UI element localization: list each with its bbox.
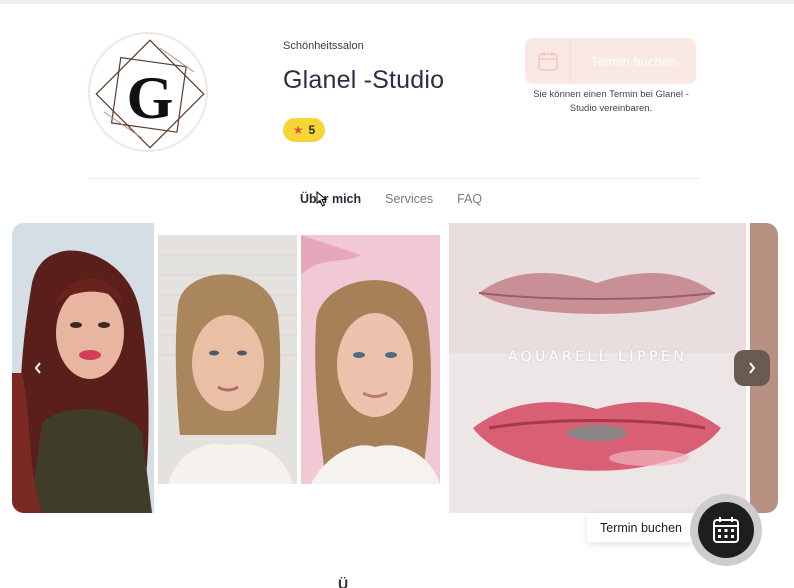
pointer-cursor-icon xyxy=(316,191,328,207)
section-heading-partial: Ü xyxy=(338,576,349,588)
booking-note: Sie können einen Termin bei Glanel - Stu… xyxy=(533,89,689,114)
rating-value: 5 xyxy=(308,123,316,137)
rating-badge: ★ 5 xyxy=(283,118,325,142)
book-button-label: Termin buchen xyxy=(590,53,677,69)
star-icon: ★ xyxy=(292,123,304,137)
tab-services[interactable]: Services xyxy=(385,192,433,206)
gallery-next-button[interactable] xyxy=(734,350,770,386)
gallery-prev-button[interactable] xyxy=(20,350,56,386)
business-category: Schönheitssalon xyxy=(283,40,364,52)
floating-booking-button[interactable] xyxy=(690,494,762,566)
photo-caption: AQUARELL LIPPEN xyxy=(507,349,688,365)
photo-gallery[interactable]: AQUARELL LIPPEN xyxy=(12,223,778,513)
chevron-right-icon xyxy=(749,362,756,374)
chevron-left-icon xyxy=(34,362,41,374)
logo-letter: G xyxy=(127,65,174,131)
tab-about[interactable]: Über mich xyxy=(300,192,361,206)
gallery-photo[interactable] xyxy=(301,235,440,484)
calendar-icon xyxy=(525,38,571,84)
studio-title: Glanel -Studio xyxy=(283,66,445,94)
header-divider xyxy=(90,178,700,179)
top-strip xyxy=(0,0,794,4)
gallery-photo[interactable] xyxy=(158,235,297,484)
tab-faq[interactable]: FAQ xyxy=(457,192,482,206)
floating-booking-label[interactable]: Termin buchen xyxy=(587,514,695,542)
gallery-photo[interactable]: AQUARELL LIPPEN xyxy=(449,223,746,513)
studio-logo: G xyxy=(88,32,208,152)
book-appointment-button[interactable]: Termin buchen xyxy=(525,38,696,84)
calendar-icon xyxy=(713,517,739,543)
